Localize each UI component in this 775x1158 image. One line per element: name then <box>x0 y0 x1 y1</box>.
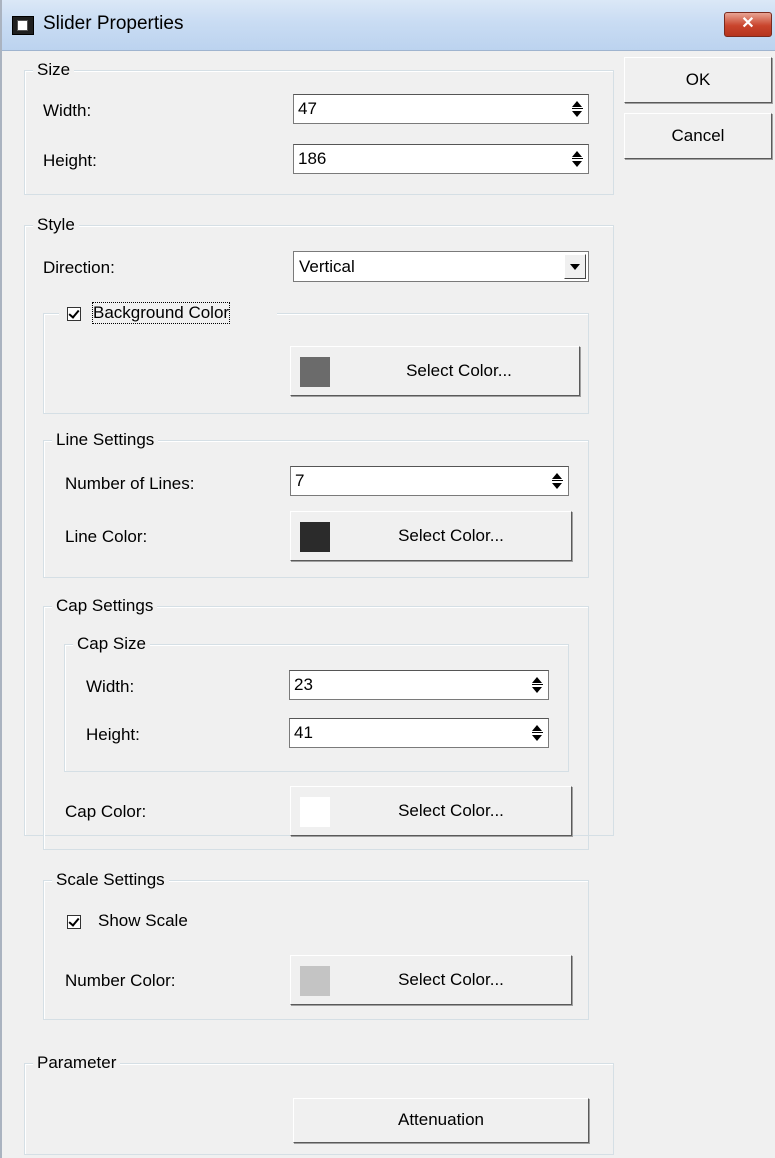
size-group-legend: Size <box>33 60 75 80</box>
direction-select[interactable]: Vertical <box>293 251 589 282</box>
spin-arrows-icon[interactable] <box>532 673 546 697</box>
cap-color-swatch <box>300 797 330 827</box>
size-height-label: Height: <box>43 151 97 170</box>
number-of-lines-value: 7 <box>295 471 305 490</box>
background-color-checkbox[interactable] <box>67 307 81 321</box>
size-width-label: Width: <box>43 101 92 120</box>
app-icon <box>12 16 34 35</box>
show-scale-checkbox[interactable] <box>67 915 81 929</box>
line-select-color-button[interactable]: Select Color... <box>290 511 572 561</box>
number-of-lines-spinner[interactable]: 7 <box>290 466 569 496</box>
parameter-group-legend: Parameter <box>33 1053 121 1073</box>
spin-arrows-icon[interactable] <box>572 97 586 121</box>
slider-properties-dialog: Slider Properties ✕ OK Cancel Size Width… <box>0 0 775 1158</box>
background-select-color-button[interactable]: Select Color... <box>290 346 580 396</box>
cap-select-color-button[interactable]: Select Color... <box>290 786 572 836</box>
number-color-label: Number Color: <box>65 971 176 990</box>
line-color-swatch <box>300 522 330 552</box>
number-select-color-label: Select Color... <box>398 970 504 989</box>
attenuation-button[interactable]: Attenuation <box>293 1098 589 1143</box>
style-group-legend: Style <box>33 215 79 235</box>
direction-label: Direction: <box>43 258 115 277</box>
size-width-value: 47 <box>298 99 317 118</box>
number-select-color-button[interactable]: Select Color... <box>290 955 572 1005</box>
cap-color-label: Cap Color: <box>65 802 147 821</box>
cap-height-label: Height: <box>86 725 140 744</box>
show-scale-toggle[interactable]: Show Scale <box>64 910 214 934</box>
chevron-down-icon[interactable] <box>564 254 586 279</box>
size-height-value: 186 <box>298 149 327 168</box>
number-color-swatch <box>300 966 330 996</box>
cap-select-color-label: Select Color... <box>398 801 504 820</box>
spin-arrows-icon[interactable] <box>552 469 566 493</box>
background-select-color-label: Select Color... <box>406 361 512 380</box>
background-color-label: Background Color <box>91 302 231 324</box>
cancel-button-label: Cancel <box>671 126 725 145</box>
background-color-swatch <box>300 357 330 387</box>
cap-size-group: Cap Size <box>64 634 569 772</box>
number-of-lines-label: Number of Lines: <box>65 474 195 493</box>
background-color-toggle[interactable]: Background Color <box>59 301 277 327</box>
size-group: Size <box>24 60 614 195</box>
cap-width-value: 23 <box>294 675 313 694</box>
ok-button-label: OK <box>685 70 711 89</box>
close-icon: ✕ <box>741 15 755 32</box>
cap-height-spinner[interactable]: 41 <box>289 718 549 748</box>
cap-settings-legend: Cap Settings <box>52 596 158 616</box>
cap-width-spinner[interactable]: 23 <box>289 670 549 700</box>
line-color-label: Line Color: <box>65 527 148 546</box>
window-title: Slider Properties <box>43 13 184 34</box>
ok-button[interactable]: OK <box>624 57 772 103</box>
cap-height-value: 41 <box>294 723 313 742</box>
scale-settings-legend: Scale Settings <box>52 870 169 890</box>
spin-arrows-icon[interactable] <box>532 721 546 745</box>
size-width-spinner[interactable]: 47 <box>293 94 589 124</box>
cancel-button[interactable]: Cancel <box>624 113 772 159</box>
close-button[interactable]: ✕ <box>724 12 772 37</box>
cap-width-label: Width: <box>86 677 135 696</box>
line-select-color-label: Select Color... <box>398 526 504 545</box>
attenuation-button-label: Attenuation <box>397 1110 484 1129</box>
cap-size-legend: Cap Size <box>73 634 150 654</box>
spin-arrows-icon[interactable] <box>572 147 586 171</box>
size-height-spinner[interactable]: 186 <box>293 144 589 174</box>
show-scale-label: Show Scale <box>98 911 188 930</box>
direction-value: Vertical <box>299 257 355 276</box>
line-settings-legend: Line Settings <box>52 430 159 450</box>
title-bar[interactable]: Slider Properties ✕ <box>2 0 775 51</box>
